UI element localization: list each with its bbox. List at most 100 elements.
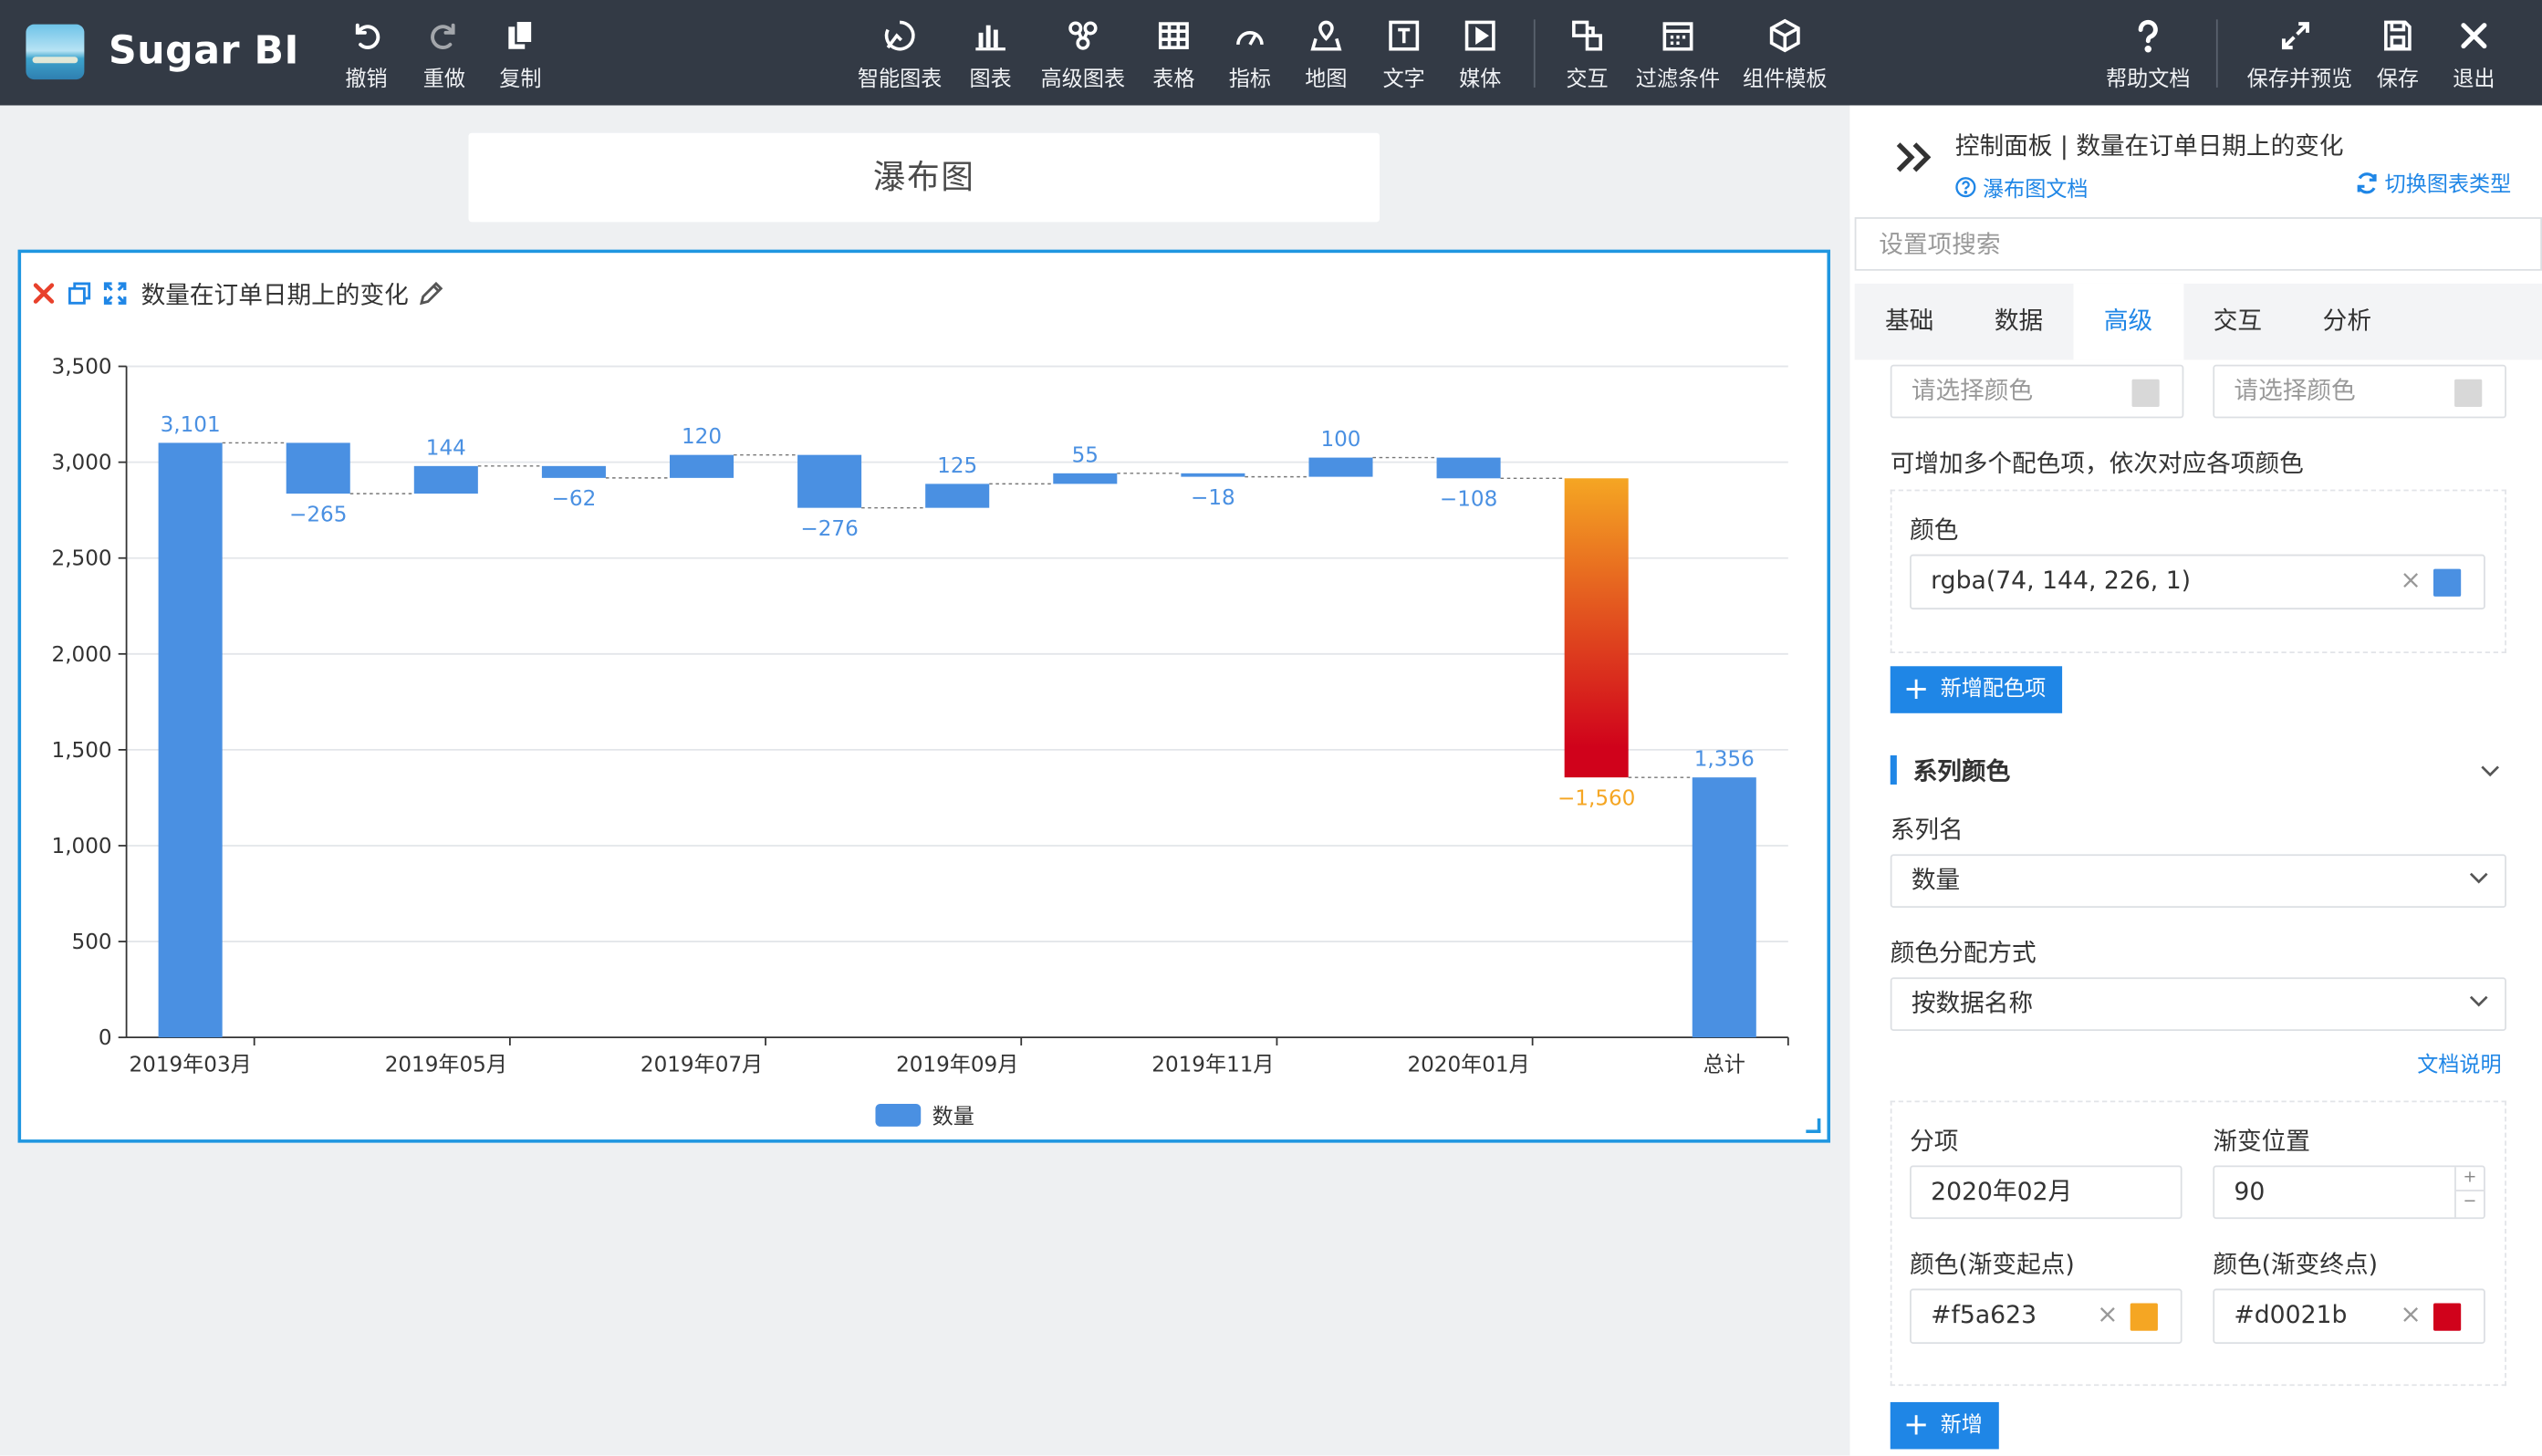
series-color-input[interactable]: rgba(74, 144, 226, 1) xyxy=(1910,554,2485,610)
gradient-end-swatch[interactable] xyxy=(2433,1303,2462,1331)
color-picker-field[interactable]: 请选择颜色 xyxy=(2213,364,2506,419)
fullscreen-icon[interactable] xyxy=(102,280,128,306)
component-template-button[interactable]: 组件模板 xyxy=(1736,18,1834,92)
color-picker-field[interactable]: 请选择颜色 xyxy=(1890,364,2184,419)
collapse-double-chevron-icon[interactable] xyxy=(1895,141,1932,174)
data-label: −265 xyxy=(289,503,347,526)
media-button[interactable]: 媒体 xyxy=(1432,18,1529,93)
data-label: −108 xyxy=(1440,488,1497,512)
brand-name: Sugar BI xyxy=(109,27,299,73)
x-tick-label: 2019年09月 xyxy=(896,1053,1018,1076)
gradient-start-swatch[interactable] xyxy=(2130,1303,2158,1331)
toolbar-divider xyxy=(1533,19,1536,88)
add-color-item-button[interactable]: + 新增配色项 xyxy=(1890,666,2062,713)
waterfall-doc-link[interactable]: 瀑布图文档 xyxy=(1955,172,2089,203)
tab-advanced[interactable]: 高级 xyxy=(2073,283,2183,360)
decrement-icon[interactable]: − xyxy=(2456,1191,2484,1214)
edit-pencil-icon[interactable] xyxy=(418,280,443,306)
legend-label: 数量 xyxy=(932,1105,974,1128)
copy-button[interactable]: 复制 xyxy=(472,18,569,92)
exit-button[interactable]: 退出 xyxy=(2425,18,2523,92)
delete-icon[interactable] xyxy=(31,280,57,306)
media-play-icon xyxy=(1464,20,1495,51)
save-preview-button[interactable]: 保存并预览 xyxy=(2246,18,2353,93)
plus-icon: + xyxy=(1902,1407,1930,1443)
clear-icon[interactable] xyxy=(2400,569,2422,592)
switch-chart-type-link[interactable]: 切换图表类型 xyxy=(2356,167,2511,198)
color-label: 颜色 xyxy=(1910,515,1959,546)
media-label: 媒体 xyxy=(1459,68,1502,93)
app-logo xyxy=(26,24,85,80)
smart-chart-icon xyxy=(884,20,915,51)
data-label: 100 xyxy=(1320,428,1360,452)
clear-icon[interactable] xyxy=(2400,1304,2422,1326)
data-label: 125 xyxy=(937,454,977,478)
item-label: 分项 xyxy=(1910,1126,1959,1156)
y-tick-label: 2,500 xyxy=(52,547,112,571)
gradient-end-value: #d0021b xyxy=(2234,1299,2348,1329)
tab-analysis[interactable]: 分析 xyxy=(2292,284,2401,360)
doc-note-link[interactable]: 文档说明 xyxy=(2417,1047,2501,1078)
y-tick-label: 1,000 xyxy=(52,835,112,858)
section-series-color[interactable]: 系列颜色 xyxy=(1890,754,2010,787)
redo-icon xyxy=(431,23,455,49)
map-pin-icon xyxy=(1310,20,1342,51)
duplicate-icon[interactable] xyxy=(67,280,92,306)
increment-icon[interactable]: + xyxy=(2455,1167,2485,1191)
gradient-start-input[interactable]: #f5a623 xyxy=(1910,1288,2183,1344)
resize-handle[interactable] xyxy=(1806,1118,1821,1133)
add-item-button[interactable]: + 新增 xyxy=(1890,1401,1999,1450)
chart-component[interactable]: 0 500 1,000 1,500 2,000 2,500 3,000 3,500 3,101 −… xyxy=(17,249,1831,1143)
tab-basic[interactable]: 基础 xyxy=(1855,284,1964,360)
y-tick-label: 0 xyxy=(99,1026,112,1050)
waterfall-bar xyxy=(541,465,606,478)
waterfall-bar xyxy=(1181,473,1245,477)
number-stepper[interactable]: + − xyxy=(2454,1167,2485,1218)
toolbar-divider xyxy=(2215,19,2218,88)
chart-button[interactable]: 图表 xyxy=(942,18,1039,92)
advanced-chart-icon xyxy=(1068,21,1098,50)
add-item-label: 新增 xyxy=(1940,1413,1983,1439)
waterfall-bar xyxy=(158,442,223,1038)
advanced-chart-button[interactable]: 高级图表 xyxy=(1035,18,1132,92)
bar-chart-icon xyxy=(975,25,1005,51)
gradient-position-input[interactable]: 90 + − xyxy=(2213,1165,2485,1220)
empty-color-swatch[interactable] xyxy=(2454,379,2483,407)
waterfall-bar xyxy=(669,454,734,478)
waterfall-bar xyxy=(1564,478,1629,778)
data-label: −1,560 xyxy=(1557,786,1635,810)
close-icon xyxy=(2461,23,2487,49)
x-tick-label: 2019年11月 xyxy=(1151,1053,1274,1076)
tab-data[interactable]: 数据 xyxy=(1964,284,2074,360)
chevron-down-icon[interactable] xyxy=(2481,765,2500,778)
series-name-select[interactable]: 数量 xyxy=(1890,854,2506,909)
settings-search-input[interactable]: 设置项搜索 xyxy=(1854,217,2542,271)
series-name-label: 系列名 xyxy=(1890,815,1964,845)
series-color-swatch[interactable] xyxy=(2433,568,2462,597)
gradient-end-input[interactable]: #d0021b xyxy=(2213,1288,2485,1344)
clear-icon[interactable] xyxy=(2096,1304,2119,1326)
series-name-value: 数量 xyxy=(1911,865,1961,895)
interaction-button[interactable]: 交互 xyxy=(1538,18,1636,92)
x-tick-label: 2019年07月 xyxy=(641,1053,763,1076)
item-input[interactable]: 2020年02月 xyxy=(1910,1165,2183,1220)
save-preview-label: 保存并预览 xyxy=(2246,68,2353,93)
smart-chart-button[interactable]: 智能图表 xyxy=(851,18,949,92)
gradient-start-label: 颜色(渐变起点) xyxy=(1910,1249,2075,1279)
gradient-position-value: 90 xyxy=(2234,1176,2266,1206)
series-color-value: rgba(74, 144, 226, 1) xyxy=(1931,566,2192,596)
empty-color-swatch[interactable] xyxy=(2131,379,2160,407)
cube-icon xyxy=(1769,18,1800,53)
panel-header: 控制面板 | 数量在订单日期上的变化 瀑布图文档 切换图表类型 xyxy=(1849,105,2542,219)
x-tick-label: 2019年05月 xyxy=(385,1053,507,1076)
help-label: 帮助文档 xyxy=(2106,68,2191,93)
help-button[interactable]: 帮助文档 xyxy=(2099,18,2197,93)
y-tick-label: 3,000 xyxy=(52,452,112,475)
title-text-component[interactable]: 瀑布图 xyxy=(468,132,1380,223)
filter-button[interactable]: 过滤条件 xyxy=(1630,18,1727,92)
color-distribution-select[interactable]: 按数据名称 xyxy=(1890,977,2506,1032)
expand-icon xyxy=(2281,22,2309,50)
refresh-icon xyxy=(2357,172,2377,193)
tab-interaction[interactable]: 交互 xyxy=(2183,284,2292,360)
waterfall-bar xyxy=(1053,473,1118,484)
